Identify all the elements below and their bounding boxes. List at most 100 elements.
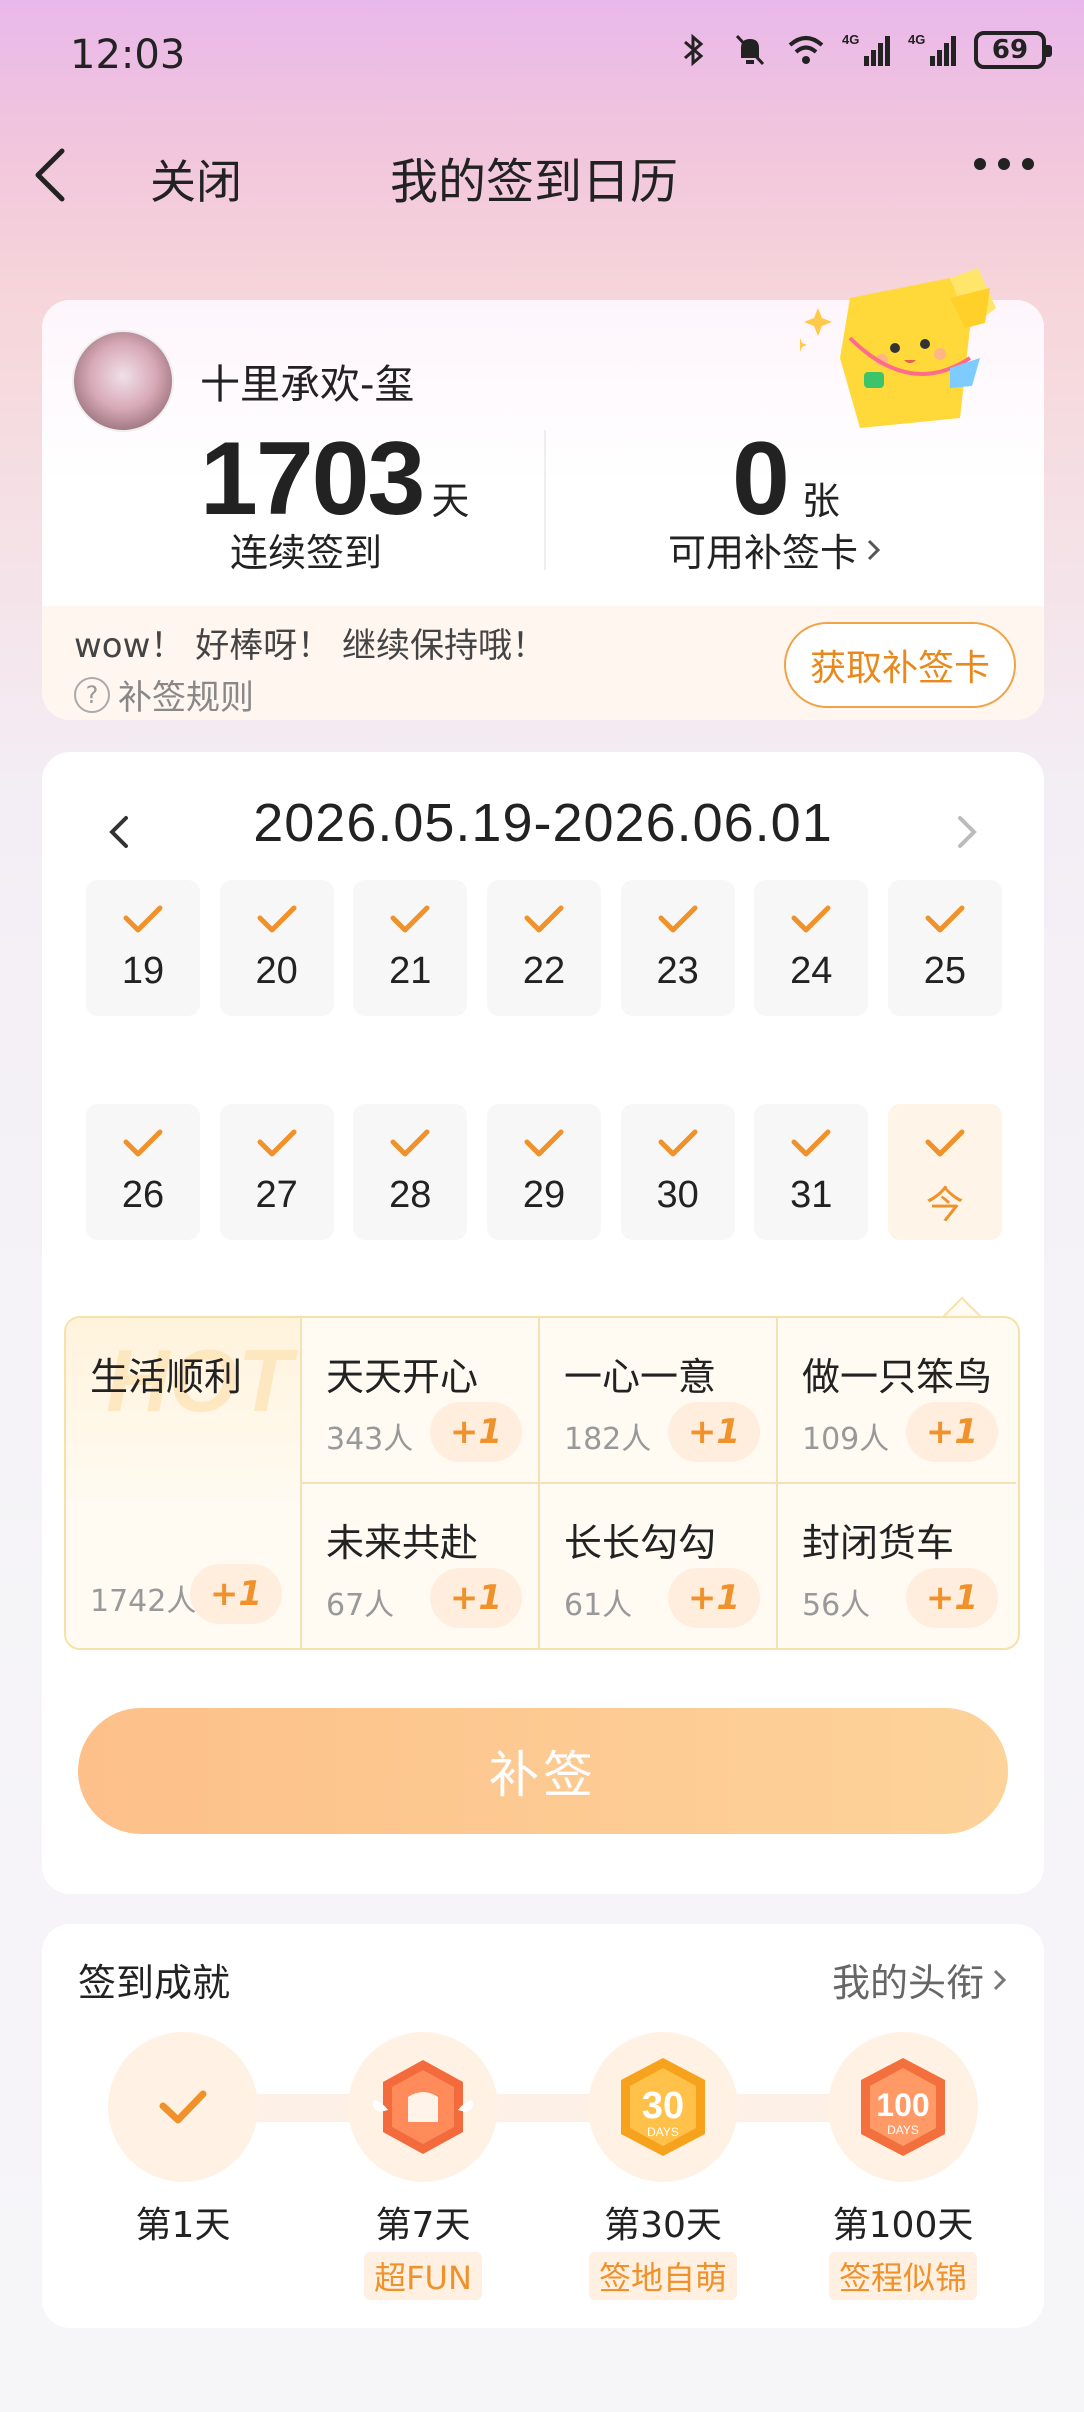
calendar-day-number: 30 xyxy=(656,1174,699,1216)
100-days-badge-icon: 100 DAYS xyxy=(861,2058,945,2156)
plus-one-button[interactable]: +1 xyxy=(906,1568,998,1628)
mood-tag[interactable]: 未来共赴 67人 +1 xyxy=(302,1484,540,1650)
calendar-day[interactable]: 23 xyxy=(620,880,735,1016)
mood-tag-count: 109人 xyxy=(802,1422,890,1457)
calendar-week-1: 19 20 21 22 23 24 25 xyxy=(86,880,1002,1016)
checkmark-icon xyxy=(524,905,564,933)
mood-tag-count: 182人 xyxy=(564,1422,652,1457)
achievement-title-tag: 签程似锦 xyxy=(828,2252,977,2300)
mood-tag-count: 56人 xyxy=(802,1588,871,1623)
mood-tag-name: 封闭货车 xyxy=(802,1521,955,1565)
calendar-day[interactable]: 25 xyxy=(887,880,1002,1016)
achievement-badge-day100[interactable]: 100 DAYS xyxy=(828,2032,978,2182)
svg-text:DAYS: DAYS xyxy=(887,2123,919,2137)
mood-tag[interactable]: 封闭货车 56人 +1 xyxy=(778,1484,1016,1650)
username: 十里承欢-玺 xyxy=(200,362,415,408)
achievement-badge-day30[interactable]: 30 DAYS xyxy=(588,2032,738,2182)
plus-one-button[interactable]: +1 xyxy=(668,1568,760,1628)
calendar-day[interactable]: 21 xyxy=(353,880,468,1016)
plus-one-button[interactable]: +1 xyxy=(190,1564,282,1624)
available-cards-link[interactable]: 可用补签卡 xyxy=(668,522,884,577)
mood-tag-name: 做一只笨鸟 xyxy=(802,1355,993,1399)
mood-tag-featured[interactable]: HOT 生活顺利 1742人 +1 xyxy=(66,1318,302,1648)
calendar-day[interactable]: 20 xyxy=(219,880,334,1016)
calendar-day-number: 27 xyxy=(255,1174,298,1216)
mood-tags-panel: HOT 生活顺利 1742人 +1 天天开心 343人 +1 一心一意 182人 +1 做一… xyxy=(64,1316,1020,1650)
checkmark-icon xyxy=(159,2090,207,2124)
mood-tag[interactable]: 一心一意 182人 +1 xyxy=(540,1318,778,1484)
achievement-badge-day1[interactable] xyxy=(108,2032,258,2182)
supplement-button[interactable]: 补签 xyxy=(78,1708,1008,1834)
mood-tag[interactable]: 长长勾勾 61人 +1 xyxy=(540,1484,778,1650)
rules-label: 补签规则 xyxy=(118,678,254,718)
svg-text:100: 100 xyxy=(876,2087,929,2123)
calendar-day-number: 26 xyxy=(121,1174,165,1216)
mood-tag[interactable]: 天天开心 343人 +1 xyxy=(302,1318,540,1484)
svg-text:30: 30 xyxy=(642,2085,684,2127)
calendar-day-number: 20 xyxy=(255,950,298,992)
calendar-next-button[interactable] xyxy=(946,802,986,862)
calendar-day-number: 31 xyxy=(790,1174,833,1216)
mascot-image xyxy=(793,268,1000,428)
status-bar: 12:03 4G 4G 69 xyxy=(0,0,1084,110)
rules-link[interactable]: ? 补签规则 xyxy=(74,670,254,719)
calendar-day-number: 21 xyxy=(389,950,432,992)
30-days-badge-icon: 30 DAYS xyxy=(621,2058,705,2156)
close-button[interactable]: 关闭 xyxy=(150,146,242,212)
checkmark-icon xyxy=(925,905,965,933)
achievement-day-label: 第7天 xyxy=(375,2205,471,2246)
my-titles-link[interactable]: 我的头衔 xyxy=(832,1952,1010,2007)
calendar-day[interactable]: 30 xyxy=(620,1104,735,1240)
checkmark-icon xyxy=(257,1129,297,1157)
checkmark-icon xyxy=(123,905,163,933)
mood-tags-grid: 天天开心 343人 +1 一心一意 182人 +1 做一只笨鸟 109人 +1 未来共赴 67人 +1… xyxy=(302,1318,1018,1650)
checkmark-icon xyxy=(257,905,297,933)
status-time: 12:03 xyxy=(70,32,186,78)
cellular-signal-icon: 4G xyxy=(842,30,892,70)
status-icons: 4G 4G 69 xyxy=(674,30,1052,70)
streak-days-unit: 天 xyxy=(431,479,470,523)
wifi-icon xyxy=(786,30,826,70)
plus-one-button[interactable]: +1 xyxy=(430,1402,522,1462)
achievement-badge-day7[interactable] xyxy=(348,2032,498,2182)
calendar-card: 2026.05.19-2026.06.01 19 20 21 22 23 24 25 26 2… xyxy=(42,752,1044,1894)
calendar-day-number: 今 xyxy=(925,1185,964,1227)
calendar-day[interactable]: 22 xyxy=(486,880,601,1016)
mood-tag[interactable]: 做一只笨鸟 109人 +1 xyxy=(778,1318,1016,1484)
question-icon: ? xyxy=(74,676,110,713)
get-card-button[interactable]: 获取补签卡 xyxy=(784,622,1016,708)
streak-label: 连续签到 xyxy=(230,531,383,575)
calendar-day[interactable]: 26 xyxy=(86,1104,200,1240)
plus-one-button[interactable]: +1 xyxy=(668,1402,760,1462)
calendar-day[interactable]: 24 xyxy=(754,880,869,1016)
chevron-right-icon xyxy=(958,816,977,848)
calendar-day[interactable]: 29 xyxy=(486,1104,601,1240)
calendar-day-today[interactable]: 今 xyxy=(887,1104,1002,1240)
plus-one-button[interactable]: +1 xyxy=(430,1568,522,1628)
more-dot-icon xyxy=(974,158,986,170)
back-button[interactable] xyxy=(30,140,80,210)
achievements-title: 签到成就 xyxy=(78,1961,231,2005)
calendar-day-number: 29 xyxy=(522,1174,566,1216)
mood-tag-name: 长长勾勾 xyxy=(564,1521,717,1565)
calendar-day[interactable]: 31 xyxy=(754,1104,869,1240)
fun-badge-icon xyxy=(372,2060,474,2154)
calendar-day[interactable]: 28 xyxy=(353,1104,468,1240)
checkmark-icon xyxy=(390,905,430,933)
calendar-day[interactable]: 27 xyxy=(219,1104,334,1240)
achievement-title-tag-wrap: 超FUN xyxy=(313,2252,533,2300)
achievement-day-label: 第30天 xyxy=(604,2205,722,2246)
more-options-button[interactable] xyxy=(974,158,1034,170)
checkmark-icon xyxy=(658,1129,698,1157)
calendar-day-number: 22 xyxy=(522,950,566,992)
my-titles-label: 我的头衔 xyxy=(831,1961,984,2005)
tags-pointer xyxy=(942,1296,982,1318)
bluetooth-icon xyxy=(674,30,714,70)
plus-one-button[interactable]: +1 xyxy=(906,1402,998,1462)
checkmark-icon xyxy=(925,1129,965,1157)
encourage-text: wow！ 好棒呀！ 继续保持哦！ xyxy=(74,626,547,666)
calendar-day[interactable]: 19 xyxy=(86,880,200,1016)
calendar-day-number: 19 xyxy=(121,950,165,992)
avatar[interactable] xyxy=(72,330,174,432)
mood-tag-count: 343人 xyxy=(326,1422,414,1457)
